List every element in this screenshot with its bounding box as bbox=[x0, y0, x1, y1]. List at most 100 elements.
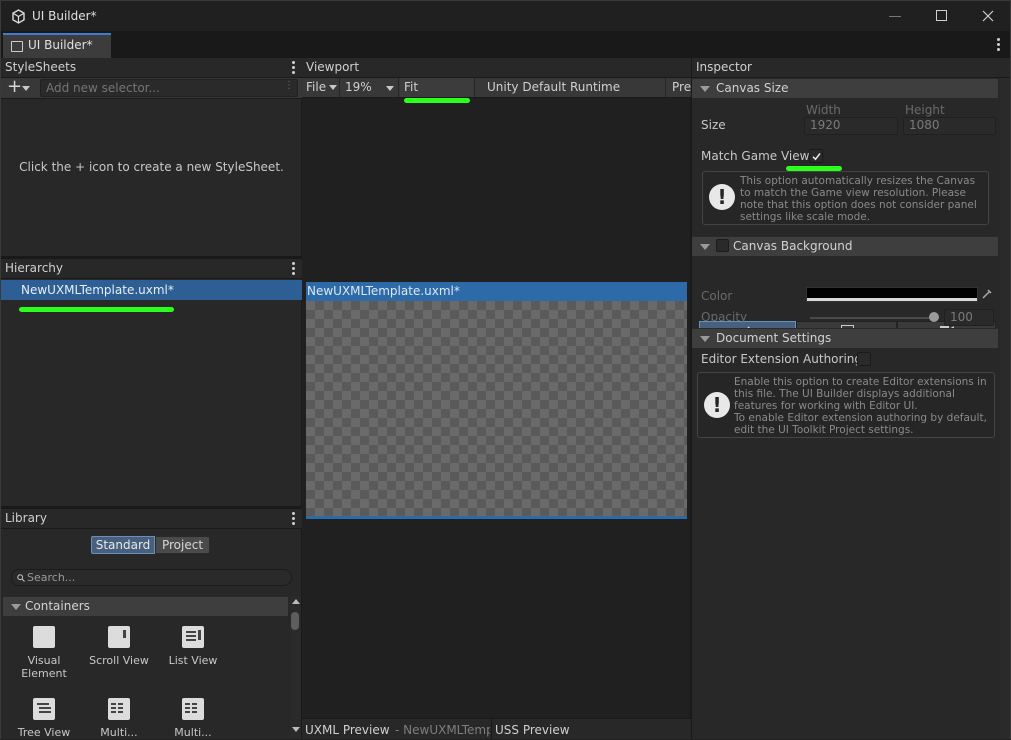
height-field[interactable]: 1080 bbox=[903, 117, 996, 135]
foldout-arrow-icon bbox=[700, 86, 710, 92]
tab-standard[interactable]: Standard bbox=[91, 536, 155, 554]
stylesheets-title: StyleSheets bbox=[5, 60, 77, 74]
library-item-label: Visual Element bbox=[21, 654, 67, 680]
tree-view-icon bbox=[33, 698, 55, 720]
theme-value: Unity Default Runtime Theme bbox=[487, 80, 621, 94]
chevron-down-icon bbox=[329, 85, 338, 90]
uxml-preview-label[interactable]: UXML Preview bbox=[305, 723, 390, 737]
uss-preview-label[interactable]: USS Preview bbox=[495, 723, 570, 737]
ui-builder-icon bbox=[11, 41, 23, 52]
theme-dropdown[interactable]: Unity Default Runtime Theme bbox=[483, 78, 666, 97]
opacity-label: Opacity bbox=[701, 310, 748, 324]
editor-extension-checkbox[interactable] bbox=[857, 352, 871, 366]
color-swatch[interactable] bbox=[806, 287, 978, 302]
size-label: Size bbox=[701, 118, 726, 132]
library-header: Library bbox=[1, 509, 302, 529]
library-item-scroll-view[interactable]: Scroll View bbox=[84, 626, 154, 667]
search-icon bbox=[17, 574, 25, 582]
section-document-settings[interactable]: Document Settings bbox=[692, 328, 998, 348]
tab-label: UI Builder* bbox=[28, 38, 93, 52]
opacity-slider-track[interactable] bbox=[810, 317, 935, 319]
match-game-view-checkbox[interactable] bbox=[809, 149, 823, 163]
maximize-icon[interactable] bbox=[936, 10, 947, 21]
editor-tab-bar: UI Builder* bbox=[0, 31, 1011, 58]
warning-icon: ! bbox=[704, 392, 730, 418]
hierarchy-title: Hierarchy bbox=[5, 261, 64, 275]
tab-ui-builder[interactable]: UI Builder* bbox=[3, 33, 111, 58]
document-settings-help-text-2: To enable Editor extension authoring by … bbox=[734, 412, 987, 436]
library-item-list-view[interactable]: List View bbox=[158, 626, 228, 667]
section-canvas-background[interactable]: Canvas Background bbox=[692, 236, 998, 256]
preview-toggle[interactable]: Pre bbox=[668, 78, 691, 97]
viewport-toolbar: File 19% Fit viewport Unity Default Runt… bbox=[302, 78, 691, 98]
scroll-down-icon[interactable] bbox=[292, 727, 300, 732]
selector-options-icon[interactable]: ⋮ bbox=[284, 80, 294, 91]
file-menu[interactable]: File bbox=[302, 78, 340, 97]
library-menu-icon[interactable] bbox=[292, 512, 296, 525]
window-title-bar: UI Builder* bbox=[0, 0, 1011, 31]
canvas-background-checkbox[interactable] bbox=[716, 239, 729, 252]
opacity-field[interactable]: 100 bbox=[944, 309, 994, 326]
tab-project[interactable]: Project bbox=[155, 536, 210, 554]
preview-bar: UXML Preview - NewUXMLTemp USS Preview bbox=[302, 718, 691, 740]
plus-icon: + bbox=[7, 76, 23, 97]
search-placeholder: Search... bbox=[27, 571, 76, 584]
library-scrollbar[interactable] bbox=[290, 596, 301, 739]
chevron-down-icon bbox=[386, 86, 394, 91]
foldout-arrow-icon bbox=[11, 604, 21, 610]
library-item-multi-column-tree[interactable]: Multi... bbox=[158, 698, 228, 739]
canvas-title-bar[interactable]: NewUXMLTemplate.uxml* bbox=[306, 282, 687, 301]
scroll-view-icon bbox=[108, 626, 130, 648]
multi-column-list-icon bbox=[108, 698, 130, 720]
canvas-size-title: Canvas Size bbox=[716, 81, 789, 95]
match-game-view-label: Match Game View bbox=[701, 149, 810, 163]
inspector-header: Inspector bbox=[692, 58, 1010, 78]
highlight-hierarchy bbox=[19, 307, 174, 312]
editor-extension-label: Editor Extension Authoring bbox=[701, 352, 863, 366]
library-item-label: List View bbox=[168, 654, 218, 667]
scroll-up-icon[interactable] bbox=[292, 599, 300, 604]
multi-column-tree-icon bbox=[182, 698, 204, 720]
zoom-dropdown[interactable]: 19% bbox=[341, 78, 399, 97]
stylesheets-toolbar: + ⋮ bbox=[1, 76, 302, 99]
hierarchy-header: Hierarchy bbox=[1, 259, 302, 279]
library-item-multi-column-list[interactable]: Multi... bbox=[84, 698, 154, 739]
unity-logo-icon bbox=[12, 9, 25, 24]
preview-divider[interactable] bbox=[491, 719, 492, 740]
close-icon[interactable] bbox=[982, 10, 994, 22]
library-search-field[interactable]: Search... bbox=[11, 569, 292, 586]
add-stylesheet-button[interactable]: + bbox=[5, 76, 37, 97]
library-item-tree-view[interactable]: Tree View bbox=[9, 698, 79, 739]
library-item-visual-element[interactable]: Visual Element bbox=[9, 626, 79, 680]
inspector-scrollbar[interactable] bbox=[1000, 78, 1010, 739]
viewport-title: Viewport bbox=[306, 60, 360, 74]
section-containers-label: Containers bbox=[25, 599, 90, 613]
selector-input[interactable] bbox=[40, 79, 298, 97]
hierarchy-item-uxml[interactable]: NewUXMLTemplate.uxml* bbox=[1, 280, 302, 300]
stylesheets-menu-icon[interactable] bbox=[292, 61, 296, 74]
visual-element-icon bbox=[33, 626, 55, 648]
canvas-resize-handle[interactable] bbox=[306, 516, 687, 519]
eyedropper-icon[interactable] bbox=[981, 288, 993, 300]
list-view-icon bbox=[182, 626, 204, 648]
viewport-header: Viewport bbox=[302, 58, 691, 78]
inspector-panel: Inspector Canvas Size Width Height Size … bbox=[691, 58, 1011, 739]
scroll-thumb[interactable] bbox=[291, 612, 299, 630]
warning-icon: ! bbox=[709, 184, 735, 210]
canvas-area[interactable] bbox=[306, 301, 687, 516]
hierarchy-menu-icon[interactable] bbox=[292, 262, 296, 275]
library-item-label: Scroll View bbox=[89, 654, 149, 667]
canvas-size-help-box: ! This option automatically resizes the … bbox=[702, 171, 989, 225]
minimize-icon[interactable] bbox=[889, 16, 901, 17]
opacity-slider-thumb[interactable] bbox=[929, 312, 939, 322]
uxml-preview-file: - NewUXMLTemp bbox=[395, 723, 490, 737]
width-field[interactable]: 1920 bbox=[804, 117, 898, 135]
fit-viewport-button[interactable]: Fit viewport bbox=[400, 78, 475, 97]
section-canvas-size[interactable]: Canvas Size bbox=[692, 78, 998, 98]
inspector-title: Inspector bbox=[696, 60, 752, 74]
library-item-label: Multi... bbox=[100, 726, 138, 739]
checkmark-icon bbox=[812, 153, 821, 161]
library-item-label: Multi... bbox=[174, 726, 212, 739]
section-containers[interactable]: Containers bbox=[3, 596, 288, 616]
tab-menu-icon[interactable] bbox=[997, 38, 1001, 51]
